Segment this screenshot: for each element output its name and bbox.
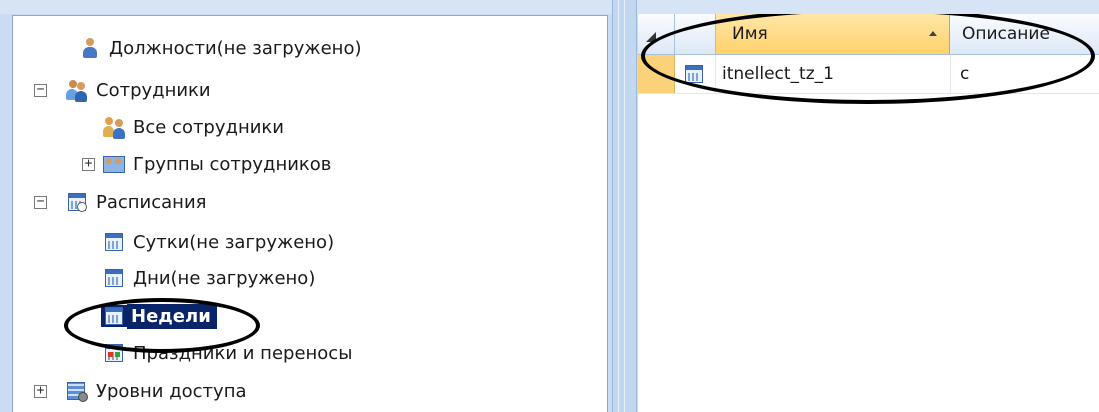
top-strip: [0, 0, 1099, 14]
tree-item-days[interactable]: Дни(не загружено): [103, 264, 315, 292]
tree-item-weeks[interactable]: Недели: [101, 302, 217, 330]
position-person-icon: [79, 37, 101, 59]
tree-item-employee-groups[interactable]: Группы сотрудников: [103, 150, 331, 178]
tree-item-label: Сутки(не загружено): [133, 231, 335, 253]
schedules-icon: [66, 191, 88, 213]
tree-item-label: Все сотрудники: [133, 116, 284, 138]
row-divider: [638, 93, 1099, 94]
sort-ascending-icon: [929, 31, 937, 36]
tree-item-label: Должности(не загружено): [109, 37, 362, 59]
expand-access-levels-expander[interactable]: +: [34, 384, 47, 398]
row-description-text: c: [960, 64, 970, 84]
column-header-description[interactable]: Описание: [950, 14, 1099, 54]
tree-item-label: Сотрудники: [96, 79, 211, 101]
calendar-icon: [683, 63, 705, 85]
table-row[interactable]: itnellect_tz_1 c: [638, 55, 1099, 93]
column-header-name[interactable]: Имя: [716, 14, 950, 54]
employee-groups-icon: [103, 153, 125, 175]
calendar-icon: [101, 305, 127, 327]
tree-item-days-sutki[interactable]: Сутки(не загружено): [103, 228, 334, 256]
employees-icon: [66, 79, 88, 102]
row-name-cell[interactable]: itnellect_tz_1: [716, 55, 951, 93]
all-employees-icon: [103, 116, 125, 139]
access-levels-icon: [66, 380, 88, 402]
tree-item-employees[interactable]: Сотрудники: [66, 76, 211, 104]
tree-item-holidays[interactable]: Праздники и переносы: [103, 339, 352, 367]
panel-splitter[interactable]: [612, 0, 637, 412]
grid-header: Имя Описание: [638, 14, 1099, 55]
tree-item-positions[interactable]: Должности(не загружено): [79, 34, 361, 62]
calendar-icon: [103, 267, 125, 289]
tree-item-label: Праздники и переносы: [133, 342, 353, 364]
select-all-corner[interactable]: [638, 14, 675, 54]
tree-item-access-levels[interactable]: Уровни доступа: [66, 377, 247, 405]
calendar-icon: [103, 231, 125, 253]
row-selector[interactable]: [638, 55, 675, 93]
row-description-cell[interactable]: c: [950, 55, 1099, 93]
header-icon-column: [675, 14, 716, 54]
tree-item-label: Дни(не загружено): [133, 267, 316, 289]
tree-panel: Должности(не загружено) − Сотрудники Все…: [12, 15, 608, 412]
tree-item-label: Расписания: [96, 191, 207, 213]
expand-groups-expander[interactable]: +: [82, 157, 95, 171]
holidays-calendar-icon: [103, 342, 125, 364]
column-header-name-label: Имя: [732, 24, 768, 44]
tree-item-all-employees[interactable]: Все сотрудники: [103, 113, 284, 141]
column-header-description-label: Описание: [962, 24, 1050, 44]
collapse-employees-expander[interactable]: −: [34, 83, 47, 97]
tree-item-label: Группы сотрудников: [133, 153, 332, 175]
tree-item-label-selected: Недели: [127, 303, 217, 329]
row-icon-cell: [675, 55, 716, 93]
weeks-grid: Имя Описание itnellect_tz_1 c: [638, 14, 1099, 412]
collapse-schedules-expander[interactable]: −: [34, 195, 47, 209]
tree-item-schedules[interactable]: Расписания: [66, 188, 206, 216]
tree-item-label: Уровни доступа: [96, 380, 247, 402]
row-name-text: itnellect_tz_1: [722, 64, 834, 84]
